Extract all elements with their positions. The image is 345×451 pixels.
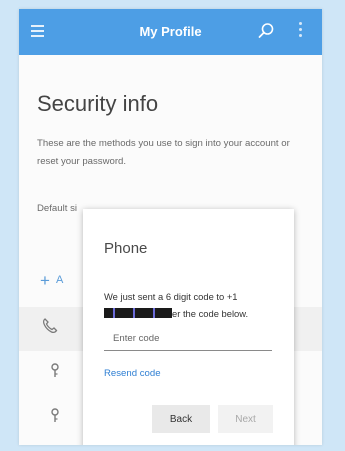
default-method-label: Default sign-in method: notific <box>37 203 77 214</box>
phone-handset-icon <box>42 318 58 334</box>
resend-code-link[interactable]: Resend code <box>104 368 161 379</box>
dialog-title: Phone <box>104 240 148 257</box>
add-method-icon[interactable]: + <box>40 272 50 289</box>
page-title: Security info <box>37 91 159 116</box>
key-icon <box>51 408 59 422</box>
app-window: My Profile Security info These are the m… <box>19 9 322 445</box>
key-icon <box>51 363 59 377</box>
code-input[interactable] <box>104 327 272 351</box>
search-icon[interactable] <box>257 22 275 40</box>
phone-verification-dialog: Phone We just sent a 6 digit code to +1 … <box>83 209 294 445</box>
dialog-message-end: er the code below. <box>172 308 249 319</box>
back-button[interactable]: Back <box>152 405 210 433</box>
add-method-label[interactable]: A <box>56 274 63 286</box>
dialog-message: We just sent a 6 digit code to +1 er the… <box>104 288 280 322</box>
app-bar: My Profile <box>19 9 322 55</box>
app-bar-title: My Profile <box>139 24 202 39</box>
dialog-message-start: We just sent a 6 digit code to +1 <box>104 291 238 302</box>
more-vertical-icon[interactable] <box>299 22 303 40</box>
redacted-phone-number <box>104 308 172 318</box>
next-button[interactable]: Next <box>218 405 273 433</box>
page-description: These are the methods you use to sign in… <box>37 138 290 167</box>
